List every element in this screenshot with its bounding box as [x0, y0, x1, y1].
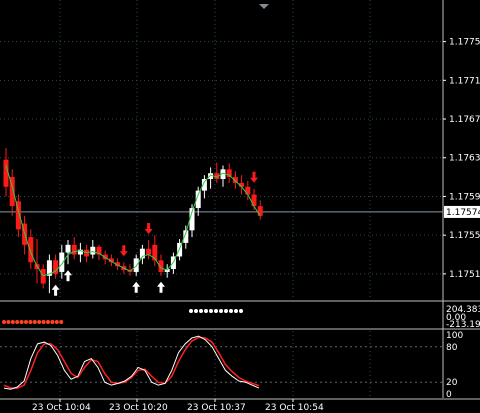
dots-indicator-panel: 204.38330.00-213.192	[2, 305, 480, 330]
time-tick-label: 23 Oct 10:54	[265, 403, 324, 413]
current-price-label: 1.17574	[446, 208, 480, 218]
dot-white	[239, 309, 243, 313]
dot-red	[54, 320, 59, 324]
buy-arrow-icon	[157, 281, 165, 293]
candle-down	[146, 248, 152, 255]
candle-down	[28, 237, 34, 263]
price-tick-label: 1.17750	[449, 38, 480, 48]
price-tick-label: 1.17710	[449, 76, 480, 86]
dot-red	[19, 320, 24, 324]
stoch-level-label: 100	[446, 331, 463, 341]
dot-white	[194, 309, 198, 313]
dots-scale-label: -213.192	[446, 320, 480, 330]
dot-white	[214, 309, 218, 313]
dot-red	[28, 320, 33, 324]
dot-red	[50, 320, 55, 324]
dot-red	[24, 320, 28, 324]
dot-white	[219, 309, 223, 313]
dot-red	[10, 320, 15, 324]
stoch-level-label: 80	[446, 343, 458, 353]
candle-up	[133, 258, 139, 272]
sell-arrow-icon	[250, 171, 258, 183]
buy-arrow-icon	[51, 284, 60, 296]
time-axis: 23 Oct 10:04 23 Oct 10:20 23 Oct 10:37 23 O…	[32, 399, 324, 413]
dot-white	[189, 309, 193, 313]
candle-down	[71, 244, 77, 255]
dot-red	[32, 320, 37, 324]
dot-red	[37, 320, 42, 324]
stoch-level-label: 20	[446, 378, 458, 388]
time-tick-label: 23 Oct 10:20	[109, 403, 168, 413]
signal-arrows-layer	[51, 171, 258, 296]
price-tick-label: 1.17510	[449, 270, 480, 280]
stoch-level-label: 0	[446, 390, 452, 400]
moving-average-line	[5, 165, 261, 277]
candle-down	[251, 194, 257, 207]
candle-down	[226, 169, 232, 178]
time-tick-label: 23 Oct 10:37	[187, 403, 246, 413]
buy-arrow-icon	[64, 270, 72, 282]
buy-arrow-icon	[132, 281, 141, 293]
dot-red	[41, 320, 46, 324]
dot-red	[15, 320, 20, 324]
sell-arrow-icon	[119, 245, 128, 257]
candle-down	[245, 186, 251, 195]
price-tick-label: 1.17550	[449, 231, 480, 241]
sell-arrow-icon	[144, 223, 153, 234]
dot-red	[46, 320, 50, 324]
price-tick-label: 1.17590	[449, 192, 480, 202]
dot-white	[209, 309, 213, 313]
dot-red	[59, 320, 64, 324]
price-axis: 1.17750 1.17710 1.17670 1.17630 1.17590 1.175…	[443, 38, 480, 280]
stoch-main-line	[3, 335, 260, 390]
candles-layer	[3, 148, 263, 294]
dot-red	[2, 320, 6, 324]
scroll-marker-icon[interactable]	[259, 4, 269, 9]
dot-red	[6, 320, 11, 324]
candle-down	[257, 206, 263, 216]
time-tick-label: 23 Oct 10:04	[32, 403, 91, 413]
trading-chart[interactable]: 1.17750 1.17710 1.17670 1.17630 1.17590 1.175…	[0, 0, 480, 413]
dot-white	[199, 309, 203, 313]
dot-white	[234, 309, 238, 313]
candle-up	[65, 244, 71, 253]
chart-grid	[0, 0, 480, 400]
dot-white	[224, 309, 228, 313]
dot-white	[229, 309, 233, 313]
dot-white	[204, 309, 208, 313]
moving-average-layer	[5, 165, 261, 277]
price-tick-label: 1.17630	[449, 154, 480, 164]
candle-up	[90, 246, 96, 255]
stochastic-panel: 100 80 20 0	[0, 331, 463, 400]
price-tick-label: 1.17670	[449, 115, 480, 125]
